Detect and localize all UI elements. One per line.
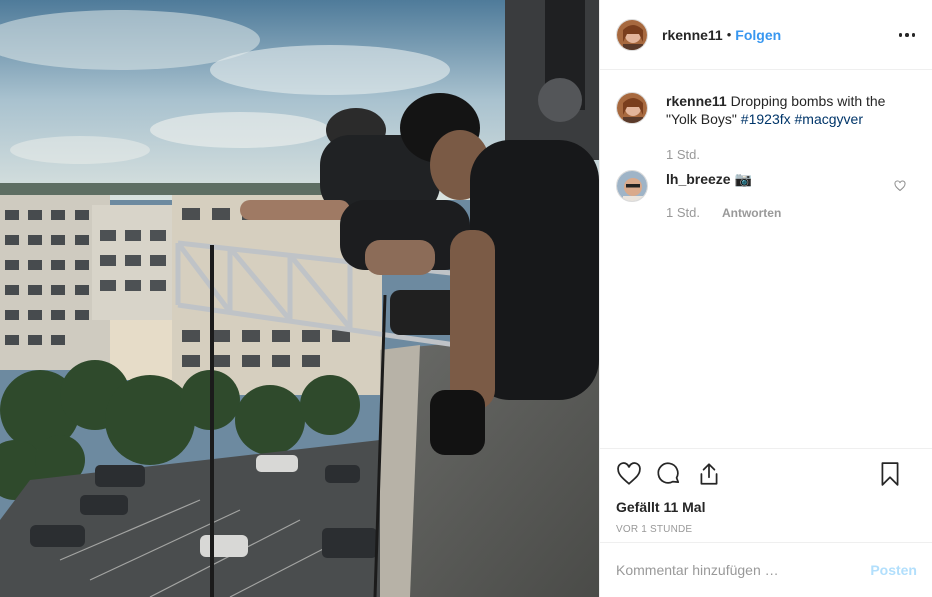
author-username[interactable]: rkenne11 (662, 27, 723, 43)
comment-body: lh_breeze 📷 1 Std. Antworten (666, 170, 781, 222)
post-header: rkenne11 • Folgen (600, 0, 932, 70)
comment-like-heart-icon[interactable] (894, 180, 906, 192)
reply-button[interactable]: Antworten (722, 204, 781, 222)
hashtag-1923fx[interactable]: #1923fx (741, 111, 791, 127)
caption-body: rkenne11 Dropping bombs with the "Yolk B… (666, 92, 916, 164)
action-section: Gefällt 11 Mal VOR 1 STUNDE (600, 448, 932, 535)
caption-time[interactable]: 1 Std. (666, 146, 700, 164)
commenter-avatar[interactable] (616, 170, 648, 202)
post-photo[interactable] (0, 0, 599, 597)
caption: rkenne11 Dropping bombs with the "Yolk B… (616, 92, 916, 164)
heart-icon[interactable] (616, 461, 642, 487)
bookmark-icon[interactable] (877, 461, 903, 487)
rooftop-photo (0, 0, 599, 597)
caption-meta: 1 Std. (666, 146, 916, 164)
follow-button[interactable]: Folgen (735, 27, 781, 43)
likes-count[interactable]: Gefällt 11 Mal (616, 499, 917, 515)
hashtag-macgyver[interactable]: #macgyver (795, 111, 863, 127)
action-icons (616, 449, 917, 499)
more-horizontal-icon[interactable] (898, 27, 916, 43)
header-separator: • (726, 27, 732, 42)
comment-text: 📷 (734, 171, 752, 187)
post-button[interactable]: Posten (870, 562, 917, 578)
comment-time[interactable]: 1 Std. (666, 204, 700, 222)
commenter-username[interactable]: lh_breeze (666, 171, 731, 187)
comment-input[interactable] (616, 562, 871, 578)
post-sidebar: rkenne11 • Folgen rkenne11 Dropping bomb… (599, 0, 932, 597)
post-timestamp[interactable]: VOR 1 STUNDE (616, 524, 917, 535)
author-avatar[interactable] (616, 18, 648, 51)
add-comment-bar: Posten (600, 542, 932, 597)
instagram-post: rkenne11 • Folgen rkenne11 Dropping bomb… (0, 0, 932, 597)
caption-avatar[interactable] (616, 92, 648, 124)
share-icon[interactable] (696, 461, 722, 487)
comment-item: lh_breeze 📷 1 Std. Antworten (616, 170, 916, 222)
caption-username[interactable]: rkenne11 (666, 93, 727, 109)
comment-meta: 1 Std. Antworten (666, 204, 781, 222)
comment-icon[interactable] (656, 461, 682, 487)
